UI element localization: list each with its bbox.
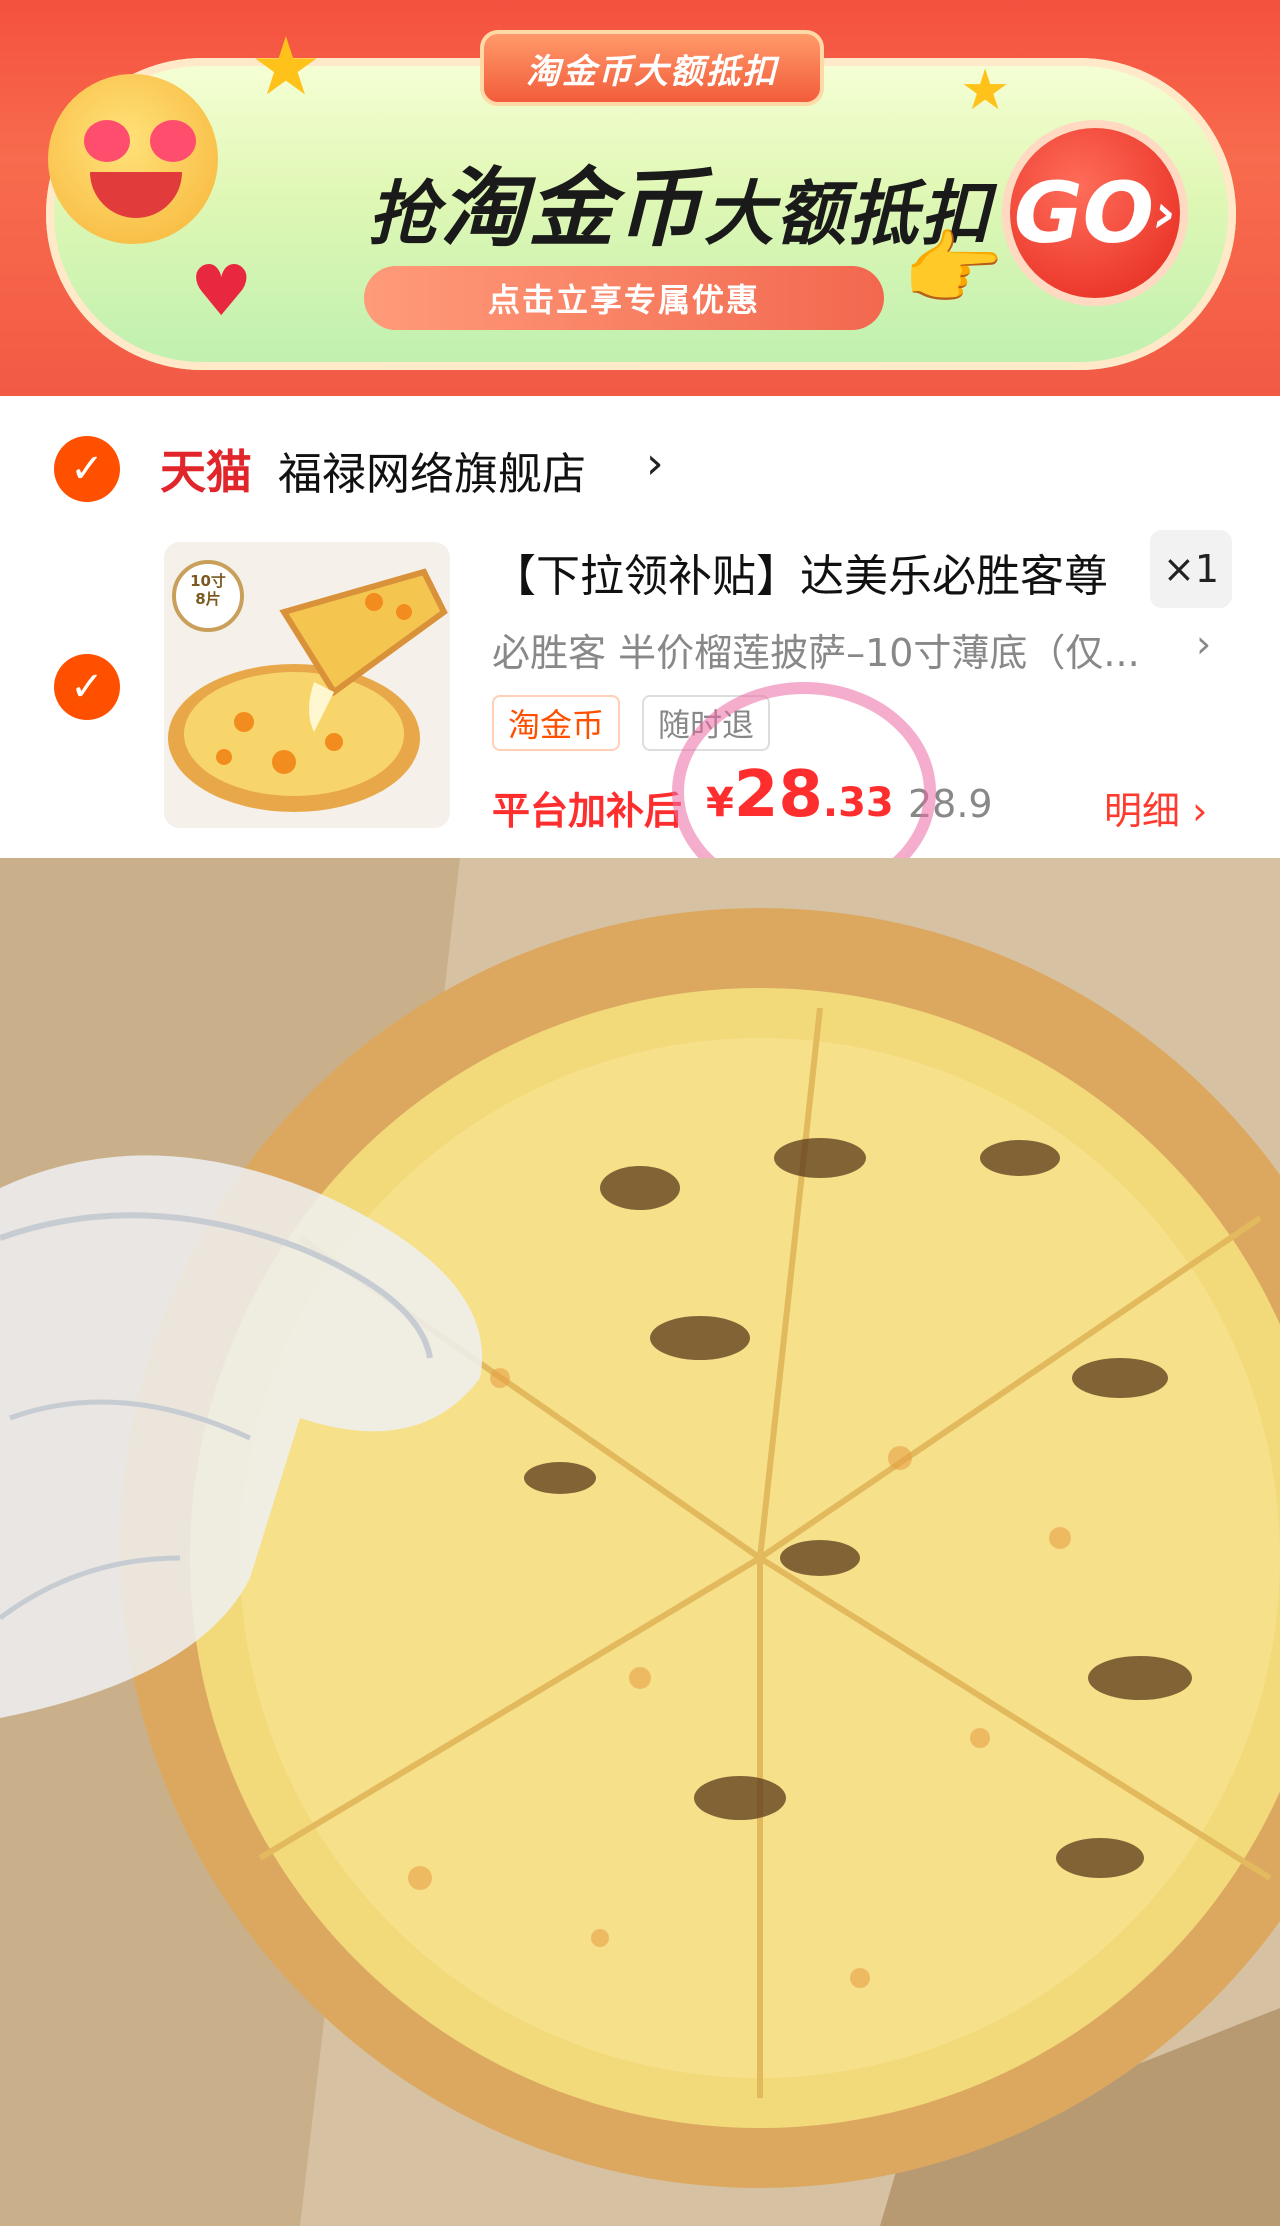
star-icon: ★ xyxy=(960,58,1011,123)
item-title[interactable]: 【下拉领补贴】达美乐必胜客尊 xyxy=(492,540,1132,604)
emoji-eye xyxy=(84,120,130,162)
durian-pizza-image xyxy=(0,858,1280,2226)
go-arrow-icon: › xyxy=(1154,181,1177,245)
promo-banner[interactable]: ♥ ★ ★ 淘金币大额抵扣 抢淘金币大额抵扣 点击立享专属优惠 👉 GO › xyxy=(0,0,1280,396)
emoji-mouth xyxy=(90,172,182,218)
size-badge-line1: 10寸 xyxy=(190,572,226,590)
tmall-logo: 天猫 xyxy=(160,445,252,499)
heart-eyes-emoji-icon xyxy=(48,74,218,244)
price-detail-link[interactable]: 明细 › xyxy=(1104,780,1207,835)
banner-tag: 淘金币大额抵扣 xyxy=(480,30,824,106)
cart-item: ✓ 10寸 8片 【下拉领补贴】达美乐必胜客尊 ×1 必胜客 半价榴莲披萨–10… xyxy=(0,530,1280,858)
chevron-right-icon[interactable]: › xyxy=(646,438,664,489)
pizza-photo xyxy=(0,858,1280,2226)
product-thumbnail[interactable]: 10寸 8片 xyxy=(164,542,450,828)
store-name-link[interactable]: 福禄网络旗舰店 xyxy=(278,438,586,502)
quantity-badge[interactable]: ×1 xyxy=(1150,530,1232,608)
store-check-icon[interactable]: ✓ xyxy=(54,436,120,502)
chevron-right-icon[interactable]: › xyxy=(1196,622,1211,666)
banner-headline: 抢淘金币大额抵扣 xyxy=(368,138,992,263)
store-row: ✓ 天猫 福禄网络旗舰店 › xyxy=(0,396,1280,536)
go-button[interactable]: GO › xyxy=(1010,128,1180,298)
size-badge: 10寸 8片 xyxy=(184,572,232,608)
headline-prefix: 抢 xyxy=(368,173,440,255)
pointing-hand-icon: 👉 xyxy=(902,222,1005,317)
banner-subline-button[interactable]: 点击立享专属优惠 xyxy=(364,266,884,330)
tag-taojinbi: 淘金币 xyxy=(492,695,621,751)
heart-icon: ♥ xyxy=(190,250,253,332)
size-badge-line2: 8片 xyxy=(195,590,221,608)
item-spec-selector[interactable]: 必胜客 半价榴莲披萨–10寸薄底（仅... xyxy=(492,622,1140,677)
emoji-eye xyxy=(150,120,196,162)
headline-main: 淘金币 xyxy=(440,159,704,259)
go-label: GO xyxy=(1013,164,1155,262)
price-label: 平台加补后 xyxy=(492,789,683,833)
star-icon: ★ xyxy=(250,20,322,113)
item-check-icon[interactable]: ✓ xyxy=(54,654,120,720)
